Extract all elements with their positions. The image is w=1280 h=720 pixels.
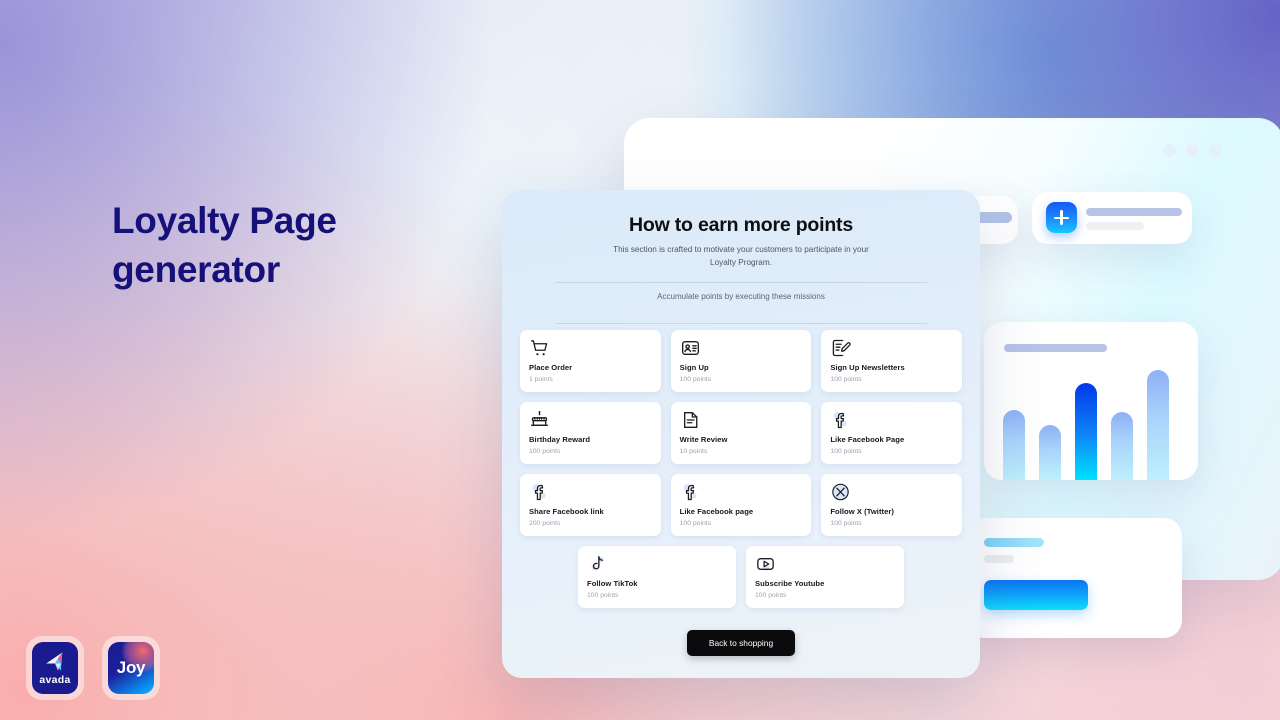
decorative-bar-chart: [1003, 370, 1181, 480]
placeholder-block-accent: [984, 580, 1088, 610]
mission-name: Like Facebook Page: [830, 435, 905, 445]
mission-points: 100 points: [529, 448, 561, 456]
mission-name: Sign Up Newsletters: [830, 363, 905, 373]
back-to-shopping-button[interactable]: Back to shopping: [686, 630, 796, 657]
placeholder-bar-muted: [984, 555, 1014, 563]
mission-name: Like Facebook page: [679, 507, 754, 517]
page-title: Loyalty Page generator: [112, 200, 337, 291]
avada-wordmark: avada: [39, 673, 71, 686]
dot-2: [1186, 144, 1199, 157]
decorative-chart-card: [984, 322, 1198, 480]
mission-name: Place Order: [529, 363, 573, 373]
chart-bar: [1003, 409, 1025, 480]
x-twitter-icon: [830, 481, 953, 502]
mission-name: Share Facebook link: [529, 507, 604, 517]
mission-points: 100 points: [755, 592, 787, 600]
missions-row: Birthday Reward 100 points Write Review …: [520, 402, 963, 465]
divider-bottom: [555, 323, 927, 325]
mission-card-birthday-reward[interactable]: Birthday Reward 100 points: [520, 402, 661, 465]
mission-name: Sign Up: [679, 363, 709, 373]
missions-row: Share Facebook link 200 points Like Face…: [520, 474, 963, 537]
missions-note: Accumulate points by executing these mis…: [657, 292, 825, 302]
plus-icon[interactable]: [1046, 202, 1077, 233]
mission-card-like-facebook-page-2[interactable]: Like Facebook page 100 points: [670, 474, 812, 537]
youtube-icon: [755, 553, 895, 574]
chart-bar: [1039, 425, 1061, 480]
write-review-icon: [680, 409, 803, 430]
shopping-cart-icon: [529, 337, 652, 358]
card-heading: How to earn more points: [628, 214, 853, 236]
loyalty-page-card: How to earn more points This section is …: [502, 190, 980, 678]
mission-name: Follow TikTok: [587, 579, 638, 589]
mission-points: 100 points: [587, 592, 619, 600]
missions-row: Follow TikTok 100 points Subscribe Youtu…: [520, 546, 962, 609]
decorative-bottom-card: [966, 518, 1182, 638]
mission-card-sign-up-newsletters[interactable]: Sign Up Newsletters 100 points: [821, 330, 963, 393]
page-background: Loyalty Page generator How to earn more …: [0, 0, 1280, 720]
dot-3: [1209, 144, 1222, 157]
decorative-add-row-card: [1032, 192, 1192, 244]
mission-points: 1 points: [529, 376, 553, 384]
mission-card-write-review[interactable]: Write Review 10 points: [670, 402, 812, 465]
joy-logo: Joy: [102, 636, 160, 700]
birthday-cake-icon: [529, 409, 652, 430]
placeholder-title-bar: [1004, 344, 1107, 352]
mission-name: Subscribe Youtube: [755, 579, 825, 589]
mission-points: 100 points: [830, 448, 862, 456]
mission-points: 100 points: [679, 520, 712, 528]
missions-grid: Place Order 1 points Sign Up 100 points: [520, 330, 963, 609]
mission-points: 100 points: [679, 376, 712, 384]
mission-card-subscribe-youtube[interactable]: Subscribe Youtube 100 points: [746, 546, 904, 609]
mission-card-place-order[interactable]: Place Order 1 points: [520, 330, 661, 393]
mission-name: Follow X (Twitter): [830, 507, 894, 517]
joy-wordmark: Joy: [116, 658, 146, 677]
newsletter-signup-icon: [830, 337, 953, 358]
placeholder-bar-primary: [1086, 208, 1182, 216]
chart-bar: [1111, 411, 1133, 480]
mission-points: 100 points: [830, 376, 862, 384]
card-subheading: This section is crafted to motivate your…: [613, 245, 869, 267]
mission-points: 10 points: [679, 448, 708, 456]
mission-points: 100 points: [830, 520, 862, 528]
chart-bar-highlight: [1075, 383, 1097, 480]
mission-name: Birthday Reward: [529, 435, 591, 445]
mission-card-follow-tiktok[interactable]: Follow TikTok 100 points: [578, 546, 736, 609]
facebook-icon: [830, 409, 953, 430]
tiktok-icon: [587, 553, 727, 574]
placeholder-bar-accent: [984, 538, 1044, 547]
dot-1: [1163, 144, 1176, 157]
mission-points: 200 points: [529, 520, 561, 528]
avada-arrow-icon: [46, 651, 63, 671]
facebook-icon: [529, 481, 652, 502]
mission-name: Write Review: [679, 435, 728, 445]
cta-container: Back to shopping: [520, 630, 962, 657]
mission-card-sign-up[interactable]: Sign Up 100 points: [670, 330, 812, 393]
mission-card-follow-x-twitter[interactable]: Follow X (Twitter) 100 points: [821, 474, 963, 537]
placeholder-bar-secondary: [1086, 222, 1144, 230]
window-dots: [1163, 144, 1222, 157]
avada-logo: avada: [26, 636, 84, 700]
mission-card-like-facebook-page[interactable]: Like Facebook Page 100 points: [821, 402, 963, 465]
joy-logo-tile: Joy: [108, 642, 154, 694]
chart-bar: [1147, 370, 1169, 480]
facebook-icon: [680, 481, 803, 502]
mission-card-share-facebook-link[interactable]: Share Facebook link 200 points: [520, 474, 661, 537]
avada-logo-tile: avada: [32, 642, 78, 694]
missions-row: Place Order 1 points Sign Up 100 points: [520, 330, 963, 393]
id-card-icon: [680, 337, 803, 358]
brand-logos: avada Joy: [26, 636, 160, 700]
